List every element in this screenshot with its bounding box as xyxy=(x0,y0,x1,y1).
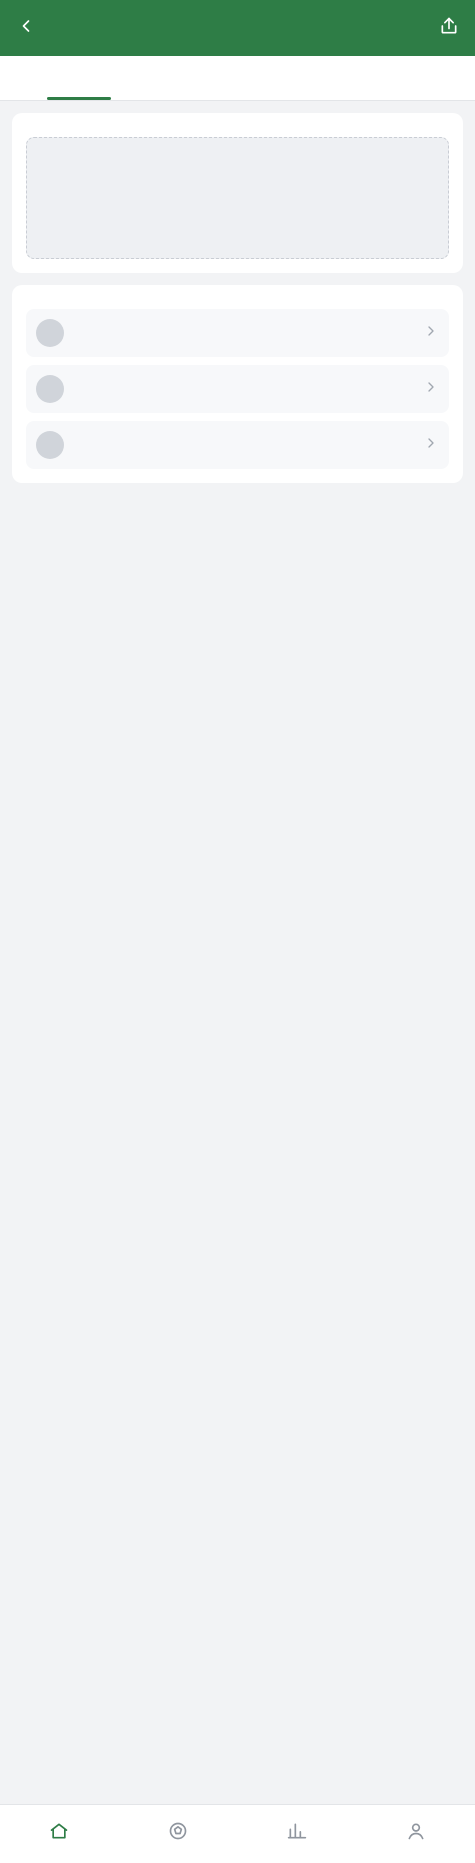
list-item[interactable] xyxy=(26,309,449,357)
avatar xyxy=(36,319,64,347)
ball-icon xyxy=(168,1821,188,1845)
bottom-nav-item-2[interactable] xyxy=(119,1805,238,1863)
bottom-nav xyxy=(0,1804,475,1863)
avatar xyxy=(36,375,64,403)
back-button[interactable] xyxy=(10,12,42,44)
app-root xyxy=(0,0,475,1863)
bottom-nav-item-4[interactable] xyxy=(356,1805,475,1863)
share-icon xyxy=(439,16,459,40)
tab-bar xyxy=(0,56,475,101)
tab-1[interactable] xyxy=(0,56,158,100)
top-bar xyxy=(0,0,475,56)
chevron-left-icon xyxy=(16,16,36,40)
main-content xyxy=(0,101,475,1804)
chart-icon xyxy=(287,1821,307,1845)
primary-card-placeholder xyxy=(26,137,449,259)
list-item[interactable] xyxy=(26,365,449,413)
secondary-list xyxy=(26,309,449,469)
primary-card xyxy=(12,113,463,273)
secondary-card xyxy=(12,285,463,483)
chevron-right-icon xyxy=(423,323,439,343)
chevron-right-icon xyxy=(423,435,439,455)
bottom-nav-item-3[interactable] xyxy=(238,1805,357,1863)
user-icon xyxy=(406,1821,426,1845)
chevron-right-icon xyxy=(423,379,439,399)
share-button[interactable] xyxy=(433,12,465,44)
list-item[interactable] xyxy=(26,421,449,469)
tab-2[interactable] xyxy=(158,56,316,100)
bottom-nav-item-1[interactable] xyxy=(0,1805,119,1863)
avatar xyxy=(36,431,64,459)
home-icon xyxy=(49,1821,69,1845)
tab-3[interactable] xyxy=(317,56,475,100)
